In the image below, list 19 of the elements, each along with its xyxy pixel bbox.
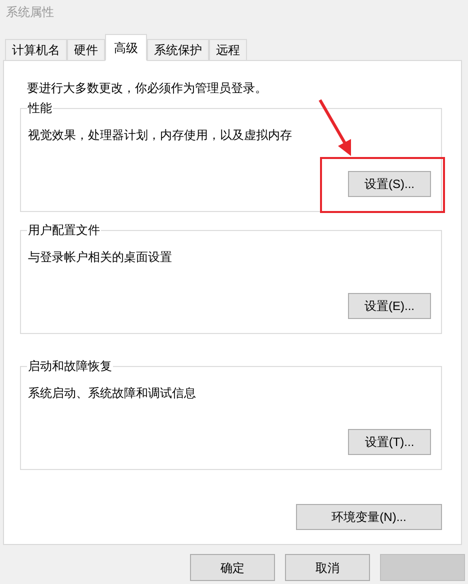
group-title: 用户配置文件: [27, 223, 101, 237]
tab[interactable]: 系统保护: [147, 39, 209, 61]
group-description: 系统启动、系统故障和调试信息: [28, 386, 196, 400]
settings-button[interactable]: 设置(S)...: [348, 171, 431, 197]
settings-button[interactable]: 设置(E)...: [348, 293, 431, 319]
environment-variables-button[interactable]: 环境变量(N)...: [296, 504, 442, 530]
group-description: 视觉效果，处理器计划，内存使用，以及虚拟内存: [28, 128, 292, 142]
group-description: 与登录帐户相关的桌面设置: [28, 250, 172, 264]
settings-button[interactable]: 设置(T)...: [348, 429, 431, 455]
tab[interactable]: 远程: [209, 39, 247, 61]
tab[interactable]: 硬件: [67, 39, 105, 61]
group-title: 性能: [27, 101, 53, 115]
tab[interactable]: 高级: [105, 34, 147, 61]
dialog-button[interactable]: 确定: [190, 554, 275, 581]
admin-notice: 要进行大多数更改，你必须作为管理员登录。: [26, 81, 268, 95]
window-title: 系统属性: [6, 4, 54, 21]
group-title: 启动和故障恢复: [27, 359, 113, 373]
tab[interactable]: 计算机名: [5, 39, 67, 61]
dialog-button[interactable]: 取消: [285, 554, 370, 581]
